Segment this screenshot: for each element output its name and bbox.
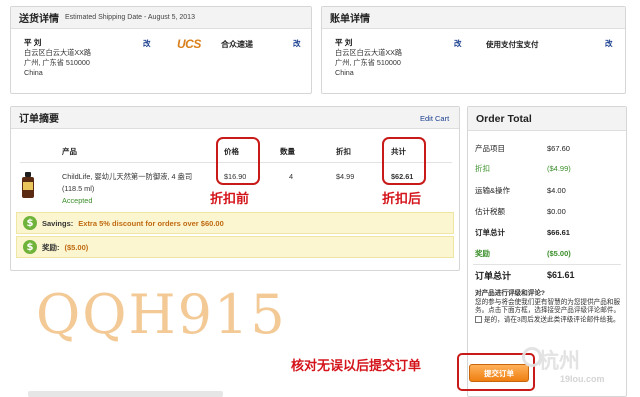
billing-address: 平 刘 白云区白云大道XX路 广州, 广东省 510000 China	[335, 38, 402, 78]
col-qty: 数量	[280, 147, 295, 156]
review-text: 您的参与将会使我们更有智慧的为您提供产品和服务。点击下面方框，选择接受产品评级评…	[475, 298, 621, 315]
total-row-final: 订单总计 $61.61	[475, 265, 625, 285]
carrier-name: 合众速递	[221, 40, 253, 49]
total-row-label: 估计税额	[475, 206, 505, 216]
billing-title: 账单详情	[330, 14, 370, 25]
product-image[interactable]	[22, 172, 34, 198]
shipping-address: 平 刘 白云区白云大道XX路 广州, 广东省 510000 China	[24, 38, 91, 78]
item-discount: $4.99	[336, 172, 355, 181]
total-row-label: 产品项目	[475, 143, 505, 153]
order-summary-header: 订单摘要	[11, 107, 459, 129]
total-row-reward: 奖励 ($5.00)	[475, 243, 625, 263]
billing-addr1: 白云区白云大道XX路	[335, 48, 403, 57]
qqh-watermark: QQH915	[36, 283, 287, 346]
shipping-date: Estimated Shipping Date - August 5, 2013	[65, 14, 195, 21]
product-size: (118.5 ml)	[62, 184, 95, 193]
reward-value: ($5.00)	[64, 242, 89, 252]
site-watermark-url: 19lou.com	[560, 374, 605, 384]
total-row-value: $67.60	[547, 143, 570, 153]
payment-method: 使用支付宝支付	[486, 40, 539, 49]
total-row-value: $4.00	[547, 185, 566, 195]
total-row-subtotal: 订单总计 $66.61	[475, 222, 625, 242]
total-row-label: 折扣	[475, 163, 490, 173]
bottle-label	[23, 182, 33, 190]
billing-country: China	[335, 68, 354, 77]
total-row-items: 产品项目 $67.60	[475, 138, 625, 158]
final-total-label: 订单总计	[475, 270, 512, 281]
total-row-discount: 折扣 ($4.99)	[475, 158, 625, 178]
price-highlight-box	[216, 137, 260, 185]
before-discount-note: 折扣前	[210, 192, 250, 207]
edit-cart-link[interactable]: Edit Cart	[420, 114, 449, 123]
review-checkbox[interactable]	[475, 315, 482, 323]
total-row-value: ($4.99)	[547, 163, 571, 173]
billing-edit-link[interactable]: 改	[454, 38, 462, 49]
ucs-logo: UCS	[177, 37, 201, 51]
dollar-coin-icon: $	[23, 216, 37, 230]
billing-name: 平 刘	[335, 38, 353, 47]
total-row-value: $66.61	[547, 227, 570, 237]
total-row-value: ($5.00)	[547, 248, 571, 258]
total-row-label: 奖励	[475, 248, 490, 258]
col-discount: 折扣	[336, 147, 351, 156]
total-row-label: 运输&操作	[475, 185, 511, 195]
order-total-header: Order Total	[468, 107, 626, 131]
payment-edit-link[interactable]: 改	[605, 38, 613, 49]
horizontal-scrollbar[interactable]	[28, 391, 223, 397]
total-highlight-box	[382, 137, 426, 185]
product-name[interactable]: ChildLife, 婴幼儿天然第一防御液, 4 盎司	[62, 172, 192, 182]
savings-row: $ Savings: Extra 5% discount for orders …	[16, 212, 454, 234]
shipping-addr1: 白云区白云大道XX路	[24, 48, 92, 57]
reward-label: 奖励:	[42, 242, 60, 252]
reward-row: $ 奖励: ($5.00)	[16, 236, 454, 258]
review-checkbox-label: 是的，请在3周后发送此类评级评论邮件给我。	[484, 315, 620, 323]
shipping-header: 送货详情 Estimated Shipping Date - August 5,…	[11, 7, 311, 29]
review-checkbox-row[interactable]: 是的，请在3周后发送此类评级评论邮件给我。	[475, 315, 625, 325]
item-qty: 4	[289, 172, 294, 181]
shipping-addr2: 广州, 广东省 510000	[24, 58, 90, 67]
total-row-value: $0.00	[547, 206, 566, 216]
dollar-coin-icon: $	[23, 240, 37, 254]
after-discount-note: 折扣后	[382, 192, 422, 207]
carrier-edit-link[interactable]: 改	[293, 38, 301, 49]
total-row-tax: 估计税额 $0.00	[475, 201, 625, 221]
final-total-value: $61.61	[547, 270, 575, 280]
ucs-logo-text: UCS	[177, 37, 201, 51]
total-row-label: 订单总计	[475, 227, 505, 237]
billing-addr2: 广州, 广东省 510000	[335, 58, 401, 67]
col-product: 产品	[62, 147, 77, 156]
product-status: Accepted	[62, 196, 93, 205]
order-summary-title: 订单摘要	[19, 114, 59, 125]
submit-order-button[interactable]: 提交订单	[469, 364, 529, 382]
order-total-title: Order Total	[476, 112, 532, 125]
shipping-edit-link[interactable]: 改	[143, 38, 151, 49]
review-optin: 对产品进行评级和评论? 您的参与将会使我们更有智慧的为您提供产品和服务。点击下面…	[475, 290, 625, 324]
billing-header: 账单详情	[322, 7, 625, 29]
confirm-note: 核对无误以后提交订单	[291, 359, 422, 374]
site-watermark: 杭州	[538, 350, 580, 373]
shipping-name: 平 刘	[24, 38, 42, 47]
savings-text: Extra 5% discount for orders over $60.00	[78, 218, 224, 228]
review-title: 对产品进行评级和评论?	[475, 290, 545, 297]
savings-label: Savings:	[42, 218, 74, 228]
shipping-country: China	[24, 68, 43, 77]
shipping-title: 送货详情	[19, 14, 59, 25]
total-row-shipping: 运输&操作 $4.00	[475, 180, 625, 200]
